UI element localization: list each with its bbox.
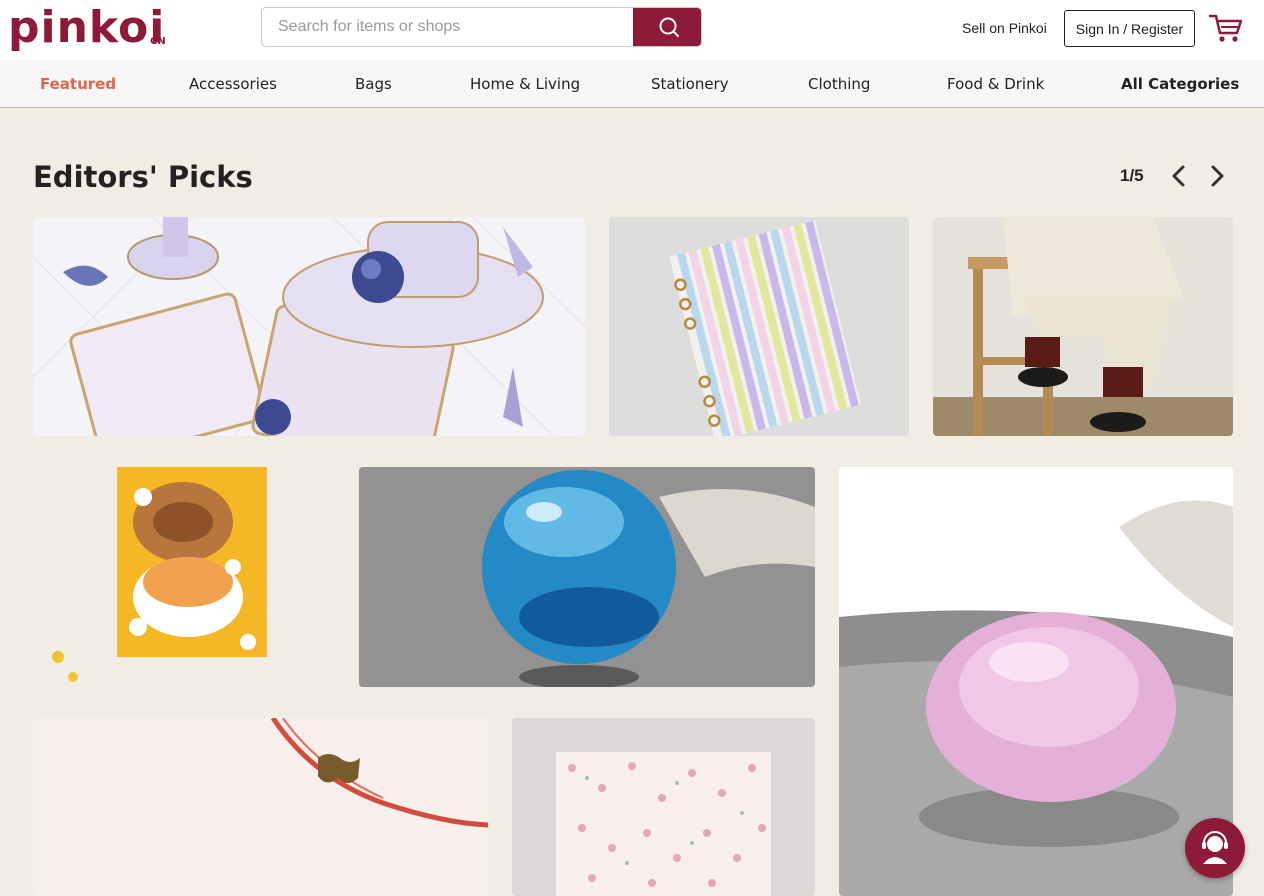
product-image xyxy=(512,718,815,896)
product-image xyxy=(933,217,1233,436)
product-image xyxy=(33,217,585,436)
product-image xyxy=(839,467,1233,896)
product-card-crystal-sphere[interactable] xyxy=(359,467,815,687)
pinkoi-logo[interactable]: pinkoi CN xyxy=(8,2,173,54)
sell-on-pinkoi-link[interactable]: Sell on Pinkoi xyxy=(962,20,1047,36)
product-card-cat-poster[interactable] xyxy=(33,467,335,687)
product-card-resin-teacup[interactable] xyxy=(33,217,585,436)
section-title: Editors' Picks xyxy=(33,160,253,194)
product-card-striped-notebook[interactable] xyxy=(609,217,909,436)
product-image xyxy=(33,467,335,687)
nav-item-all-categories[interactable]: All Categories xyxy=(1121,75,1239,93)
nav-item-food-drink[interactable]: Food & Drink xyxy=(947,75,1044,93)
product-image xyxy=(33,718,488,896)
pager-indicator: 1/5 xyxy=(1120,166,1144,185)
nav-item-accessories[interactable]: Accessories xyxy=(189,75,277,93)
product-image xyxy=(609,217,909,436)
product-card-linen-outfit[interactable] xyxy=(933,217,1233,436)
sign-in-register-button[interactable]: Sign In / Register xyxy=(1064,10,1195,47)
logo-text: pinkoi xyxy=(8,2,166,53)
logo-region: CN xyxy=(150,36,166,47)
cart-icon[interactable] xyxy=(1208,12,1244,44)
nav-item-clothing[interactable]: Clothing xyxy=(808,75,870,93)
product-card-floral-paper[interactable] xyxy=(512,718,815,896)
search-input[interactable] xyxy=(262,8,632,46)
category-nav: Featured Accessories Bags Home & Living … xyxy=(0,60,1264,108)
chevron-right-icon[interactable] xyxy=(1206,164,1228,188)
product-card-red-bracelet[interactable] xyxy=(33,718,488,896)
search-bar xyxy=(261,7,702,47)
header: pinkoi CN Sell on Pinkoi Sign In / Regis… xyxy=(0,0,1264,60)
product-card-rose-quartz[interactable] xyxy=(839,467,1233,896)
nav-item-home-living[interactable]: Home & Living xyxy=(470,75,580,93)
nav-item-bags[interactable]: Bags xyxy=(355,75,392,93)
nav-item-stationery[interactable]: Stationery xyxy=(651,75,729,93)
search-button[interactable] xyxy=(633,8,701,46)
customer-service-button[interactable] xyxy=(1185,818,1245,878)
search-icon xyxy=(659,17,679,37)
chevron-left-icon[interactable] xyxy=(1168,164,1190,188)
customer-service-icon xyxy=(1202,831,1228,864)
product-image xyxy=(359,467,815,687)
nav-item-featured[interactable]: Featured xyxy=(40,75,116,93)
